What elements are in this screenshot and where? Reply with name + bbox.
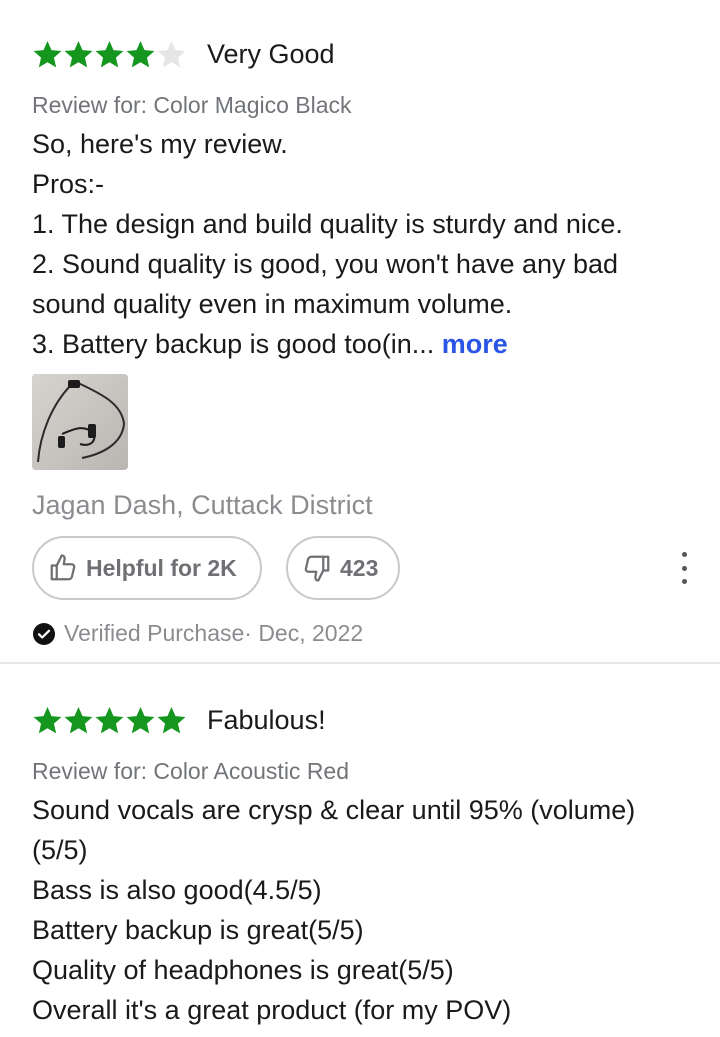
review-photo-thumbnail[interactable] [32, 374, 128, 470]
review-for-variant: Review for: Color Acoustic Red [32, 758, 350, 784]
review-line: Battery backup is great(5/5) [32, 915, 364, 945]
review-line: Sound vocals are crysp & clear until 95%… [32, 795, 636, 825]
verified-purchase-text: Verified Purchase· Dec, 2022 [64, 620, 364, 646]
review-line: Bass is also good(4.5/5) [32, 875, 322, 905]
review-line: So, here's my review. [32, 129, 288, 159]
review-headline: Fabulous! [207, 704, 326, 735]
star-filled-icon [64, 40, 93, 67]
more-options-menu-icon[interactable] [676, 552, 692, 584]
verified-purchase-row: Verified Purchase· Dec, 2022 [32, 620, 688, 647]
review-line: 2. Sound quality is good, you won't have… [32, 249, 619, 279]
review-line: (5/5) [32, 835, 88, 865]
review-card: Fabulous! Review for: Color Acoustic Red… [0, 664, 720, 1030]
helpful-button[interactable]: Helpful for 2K [32, 536, 262, 600]
review-for-variant: Review for: Color Magico Black [32, 92, 352, 118]
rating-row: Fabulous! [32, 702, 688, 738]
star-filled-icon [64, 706, 93, 733]
star-filled-icon [33, 706, 62, 733]
review-line: sound quality even in maximum volume. [32, 289, 513, 319]
review-card: Very Good Review for: Color Magico Black… [0, 0, 720, 664]
star-filled-icon [33, 40, 62, 67]
star-filled-icon [126, 706, 155, 733]
helpful-label: Helpful for 2K [86, 554, 237, 581]
review-line: Quality of headphones is great(5/5) [32, 955, 454, 985]
review-actions: Helpful for 2K 423 [32, 536, 688, 600]
review-body: Sound vocals are crysp & clear until 95%… [32, 790, 688, 1030]
review-line: 1. The design and build quality is sturd… [32, 209, 623, 239]
check-circle-icon [33, 622, 55, 645]
star-filled-icon [95, 706, 124, 733]
dislike-button[interactable]: 423 [286, 536, 400, 600]
review-body: So, here's my review. Pros:- 1. The desi… [32, 124, 688, 364]
star-filled-icon [95, 40, 124, 67]
review-line: Overall it's a great product (for my POV… [32, 995, 512, 1025]
thumbs-down-icon [304, 555, 330, 582]
star-rating [32, 39, 187, 70]
review-line: Pros:- [32, 169, 105, 199]
review-line-truncated: 3. Battery backup is good too(in... more [32, 324, 688, 364]
review-headline: Very Good [207, 38, 335, 69]
star-empty-icon [157, 40, 186, 67]
review-author: Jagan Dash, Cuttack District [32, 490, 373, 520]
dislike-count: 423 [340, 554, 379, 581]
read-more-link[interactable]: more [442, 329, 508, 359]
review-line-text: 3. Battery backup is good too(in... [32, 329, 442, 359]
star-filled-icon [157, 706, 186, 733]
star-filled-icon [126, 40, 155, 67]
star-rating [32, 705, 187, 736]
rating-row: Very Good [32, 36, 688, 72]
thumbs-up-icon [50, 554, 76, 581]
